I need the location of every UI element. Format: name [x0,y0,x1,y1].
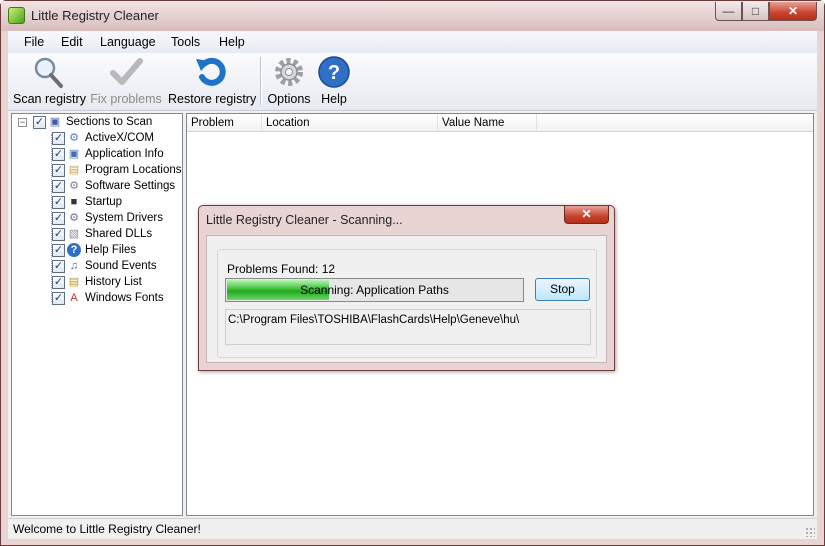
dialog-close-button[interactable]: ✕ [564,206,609,224]
restore-registry-button[interactable]: Restore registry [168,55,257,106]
tree-item-label: Application Info [85,148,164,160]
tree-item-label: History List [85,276,142,288]
scan-status-group: Problems Found: 12 Scanning: Application… [217,249,597,358]
progress-text: Scanning: Application Paths [300,283,449,297]
gear-icon [272,55,306,89]
status-bar: Welcome to Little Registry Cleaner! [8,518,817,539]
dialog-body: Problems Found: 12 Scanning: Application… [206,235,607,363]
svg-text:?: ? [328,62,340,84]
menu-file[interactable]: File [24,35,44,49]
tree-item-checkbox[interactable]: ✓ [52,228,65,241]
folder-icon: ▤ [68,164,80,176]
tree-item-label: System Drivers [85,212,163,224]
close-button[interactable]: ✕ [769,2,817,21]
resize-grip-icon[interactable] [805,527,815,537]
menu-bar: File Edit Language Tools Help [8,31,817,53]
tree-item-checkbox[interactable]: ✓ [52,180,65,193]
driver-icon: ⚙ [69,212,79,224]
restore-registry-label: Restore registry [168,92,257,106]
status-text: Welcome to Little Registry Cleaner! [13,522,201,536]
menu-help[interactable]: Help [219,35,245,49]
current-path-box: C:\Program Files\TOSHIBA\FlashCards\Help… [225,309,591,345]
tree-root-label: Sections to Scan [66,116,153,128]
activex-icon: ⚙ [69,132,79,144]
title-bar[interactable]: Little Registry Cleaner — □ ✕ [1,1,824,31]
tree-item-label: ActiveX/COM [85,132,155,144]
history-icon: ▤ [68,276,80,288]
fix-problems-button[interactable]: Fix problems [90,55,162,106]
maximize-button[interactable]: □ [742,2,769,21]
tree-item-checkbox[interactable]: ✓ [52,212,65,225]
app-logo-icon [8,7,25,24]
tree-item-label: Software Settings [85,180,176,192]
menu-tools[interactable]: Tools [171,35,200,49]
font-icon: A [70,292,78,304]
column-problem[interactable]: Problem [187,114,262,132]
tree-item-label: Help Files [85,244,137,256]
tree-item-checkbox[interactable]: ✓ [52,164,65,177]
problems-found-label: Problems Found: 12 [227,262,336,276]
fix-problems-label: Fix problems [90,92,162,106]
magnifier-icon [31,55,65,89]
tree-item-label: Shared DLLs [85,228,153,240]
tree-item-checkbox[interactable]: ✓ [52,244,65,257]
application-icon: ▣ [68,148,80,160]
tree-item-checkbox[interactable]: ✓ [52,148,65,161]
help-button[interactable]: ? Help [314,55,354,106]
restore-arrow-icon [194,55,228,89]
help-icon: ? [67,243,81,257]
toolbar-separator [260,57,261,105]
scanning-dialog: Little Registry Cleaner - Scanning... ✕ … [198,205,615,371]
checkmark-icon [109,55,143,89]
scan-registry-button[interactable]: Scan registry [13,55,86,106]
sections-tree: − ✓ ▣ Sections to Scan ✓ ⚙ ActiveX/COM ✓ ▣ Ap… [11,113,183,516]
sound-icon: ♫ [69,260,79,272]
settings-icon: ⚙ [69,180,79,192]
column-location[interactable]: Location [262,114,438,132]
tree-item-label: Program Locations [85,164,182,176]
tree-collapse-toggle[interactable]: − [18,118,27,127]
toolbar: Scan registry Fix problems Restore regis… [8,53,817,111]
column-value-name[interactable]: Value Name [438,114,537,132]
tree-item-checkbox[interactable]: ✓ [52,196,65,209]
window-title: Little Registry Cleaner [31,8,159,23]
monitor-icon: ■ [70,196,78,208]
options-label: Options [267,92,311,106]
tree-item-label: Windows Fonts [85,292,164,304]
options-button[interactable]: Options [265,55,313,106]
list-header: Problem Location Value Name [187,114,813,132]
stop-button[interactable]: Stop [535,278,590,301]
tree-item-checkbox[interactable]: ✓ [52,292,65,305]
menu-language[interactable]: Language [100,35,156,49]
scan-progress-bar: Scanning: Application Paths [225,278,524,302]
current-path-text: C:\Program Files\TOSHIBA\FlashCards\Help… [228,314,520,326]
computer-icon: ▣ [49,116,61,128]
scan-registry-label: Scan registry [13,92,86,106]
tree-item-label: Startup [85,196,123,208]
minimize-button[interactable]: — [715,2,742,21]
tree-item-checkbox[interactable]: ✓ [52,260,65,273]
help-label: Help [321,92,347,106]
tree-item-checkbox[interactable]: ✓ [52,276,65,289]
menu-edit[interactable]: Edit [61,35,83,49]
dialog-title: Little Registry Cleaner - Scanning... [206,213,403,227]
dll-icon: ▧ [68,228,80,240]
tree-item-checkbox[interactable]: ✓ [52,132,65,145]
tree-item-label: Sound Events [85,260,157,272]
tree-root-checkbox[interactable]: ✓ [33,116,46,129]
help-icon: ? [317,55,351,89]
